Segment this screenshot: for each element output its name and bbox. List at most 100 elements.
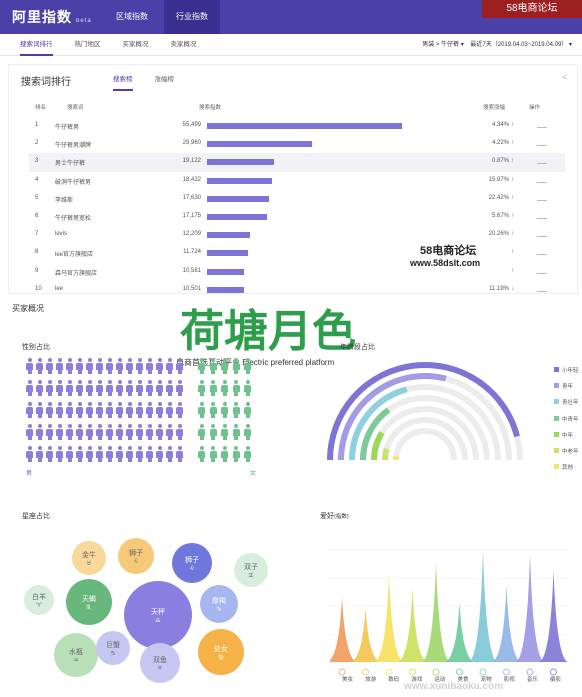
female-person-icon (244, 380, 251, 396)
table-row[interactable]: 4 破洞牛仔裤男 18,422 15.97% ↑ (29, 172, 565, 190)
female-person-icon (221, 424, 228, 440)
male-person-icon (46, 424, 53, 440)
row-term[interactable]: 牛仔裤男宽松 (55, 213, 91, 222)
constellation-bubble[interactable]: 巨蟹 ♋ (96, 631, 130, 665)
male-person-icon (66, 358, 73, 374)
male-person-icon (96, 380, 103, 396)
row-index: 10,501 (182, 285, 201, 292)
trend-chart-icon[interactable] (537, 268, 547, 274)
constellation-bubble[interactable]: 天秤 ♎ (124, 581, 192, 649)
legend-swatch (554, 464, 559, 470)
trend-chart-icon[interactable] (537, 158, 547, 165)
male-person-icon (106, 402, 113, 418)
legend-item[interactable]: 其他 (554, 463, 579, 479)
nav-industry-index[interactable]: 行业指数 (164, 0, 220, 34)
bubble-label: 摩羯 (212, 597, 226, 605)
constellation-title: 星座占比 (22, 513, 50, 520)
tab-seller-overview[interactable]: 卖家概况 (171, 34, 197, 56)
constellation-bubble[interactable]: 白羊 ♈ (24, 585, 54, 615)
male-person-icon (156, 424, 163, 440)
male-person-icon (96, 358, 103, 374)
trend-chart-icon[interactable] (537, 195, 547, 201)
tab-search-list[interactable]: 搜索榜 (113, 73, 133, 91)
trend-chart-icon[interactable] (537, 177, 547, 183)
constellation-bubble[interactable]: 狮子 ♌ (172, 543, 212, 583)
bubble-label: 狮子 (129, 549, 143, 557)
gender-pictogram (26, 358, 266, 470)
table-row[interactable]: 3 男士牛仔裤 19,122 0.87% ↑ (29, 153, 565, 172)
constellation-bubble[interactable]: 摩羯 ♑ (200, 585, 238, 623)
arrow-up-icon: ↑ (511, 158, 514, 165)
female-person-icon (221, 358, 228, 374)
tab-search-rank[interactable]: 搜索词排行 (20, 34, 53, 56)
table-row[interactable]: 7 levis 12,209 20.26% ↑ (29, 226, 565, 244)
trend-chart-icon[interactable] (537, 122, 547, 128)
brand-logo[interactable]: 阿里指数 beta (12, 7, 92, 27)
female-person-icon (244, 402, 251, 418)
trend-chart-icon[interactable] (537, 213, 547, 219)
bubble-label: 白羊 (32, 593, 46, 601)
table-row[interactable]: 10 lee 10,501 11.19% ↓ (29, 281, 565, 299)
constellation-bubble[interactable]: 双鱼 ♓ (140, 643, 180, 683)
table-row[interactable]: 1 牛仔裤男 55,499 4.34% ↑ (29, 117, 565, 135)
zodiac-icon: ♌ (189, 565, 195, 572)
male-person-icon (46, 446, 53, 462)
row-term[interactable]: lee (55, 286, 63, 292)
male-person-icon (26, 380, 33, 396)
legend-label: 中年 (562, 432, 574, 439)
male-person-icon (36, 424, 43, 440)
category-select[interactable]: 男装 > 牛仔裤 ▾ (422, 42, 464, 48)
constellation-bubble[interactable]: 双子 ♊ (234, 553, 268, 587)
row-term[interactable]: 牛仔裤男潮牌 (55, 140, 91, 149)
row-rank: 5 (35, 194, 39, 201)
trend-chart-icon[interactable] (537, 140, 547, 147)
trend-chart-icon[interactable] (537, 249, 547, 256)
row-growth: 4.34% (491, 122, 509, 128)
trend-chart-icon[interactable] (537, 286, 547, 292)
female-person-icon (198, 446, 205, 462)
male-label: 男 (26, 471, 33, 477)
male-person-icon (136, 358, 143, 374)
tab-growth-list[interactable]: 涨幅榜 (155, 73, 175, 91)
row-term[interactable]: levis (55, 231, 67, 237)
share-icon[interactable]: < (562, 73, 567, 82)
legend-item[interactable]: 中年 (554, 431, 579, 447)
constellation-bubble[interactable]: 狮子 ♌ (118, 538, 154, 574)
table-row[interactable]: 8 lee官方旗舰店 11,724 ↑ (29, 244, 565, 262)
table-row[interactable]: 2 牛仔裤男潮牌 29,960 4.22% ↑ (29, 135, 565, 153)
legend-item[interactable]: 青年 (554, 382, 579, 398)
site-watermark: www.58dslt.com (410, 258, 481, 268)
trend-chart-icon[interactable] (537, 231, 547, 238)
legend-item[interactable]: 中青年 (554, 415, 579, 431)
male-person-icon (166, 380, 173, 396)
row-term[interactable]: 李维斯 (55, 195, 73, 204)
filter-bar: 男装 > 牛仔裤 ▾ 最近7天（2019.04.03~2019.04.09） ▾ (422, 34, 572, 56)
hobby-spike (539, 569, 568, 662)
tab-buyer-overview[interactable]: 买家概况 (123, 34, 149, 56)
nav-region-index[interactable]: 区域指数 (104, 0, 160, 34)
row-rank: 2 (35, 140, 39, 147)
constellation-bubble[interactable]: 水瓶 ♒ (54, 633, 98, 677)
row-term[interactable]: 破洞牛仔裤男 (55, 177, 91, 186)
legend-item[interactable]: 小年轻 (554, 366, 579, 382)
constellation-bubble[interactable]: 处女 ♍ (198, 629, 244, 675)
legend-item[interactable]: 中老年 (554, 447, 579, 463)
arrow-down-icon: ↓ (511, 285, 514, 292)
row-term[interactable]: 森马官方旗舰店 (55, 268, 97, 277)
table-row[interactable]: 6 牛仔裤男宽松 17,175 5.67% ↑ (29, 208, 565, 226)
row-term[interactable]: lee官方旗舰店 (55, 249, 93, 258)
constellation-bubble[interactable]: 天蝎 ♏ (66, 579, 112, 625)
row-term[interactable]: 男士牛仔裤 (55, 158, 85, 167)
table-row[interactable]: 9 森马官方旗舰店 10,581 ↑ (29, 263, 565, 281)
index-bar (207, 141, 313, 148)
female-person-icon (198, 358, 205, 374)
date-range-select[interactable]: 最近7天（2019.04.03~2019.04.09） ▾ (470, 42, 572, 48)
arrow-up-icon: ↑ (511, 176, 514, 183)
row-growth: 0.87% (491, 158, 509, 165)
constellation-bubble[interactable]: 金牛 ♉ (72, 541, 106, 575)
legend-item[interactable]: 青壮年 (554, 398, 579, 414)
table-row[interactable]: 5 李维斯 17,630 22.42% ↑ (29, 190, 565, 208)
male-person-icon (136, 446, 143, 462)
row-term[interactable]: 牛仔裤男 (55, 122, 79, 131)
tab-hot-region[interactable]: 热门地区 (75, 34, 101, 56)
